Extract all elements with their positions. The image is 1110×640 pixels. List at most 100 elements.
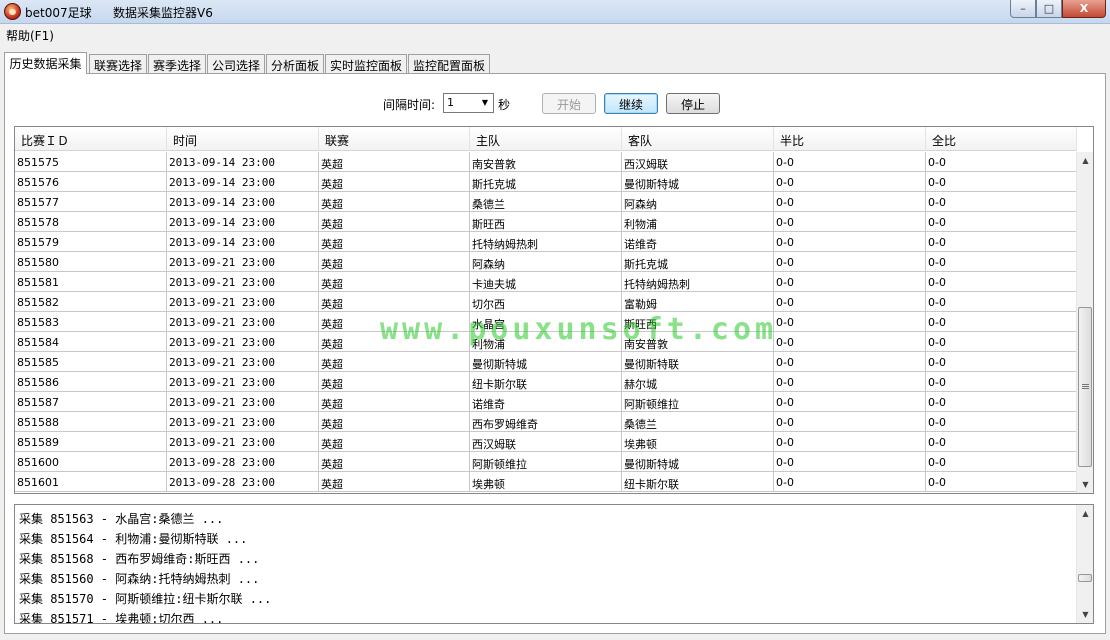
cell-league: 英超	[319, 272, 470, 292]
table-row[interactable]: 851580 2013-09-21 23:00 英超 阿森纳 斯托克城 0-0 0-0	[15, 252, 1077, 272]
cell-league: 英超	[319, 452, 470, 472]
cell-full-time: 0-0	[926, 232, 1077, 252]
log-lines: 采集 851563 - 水晶宫:桑德兰 ... 采集 851564 - 利物浦:曼…	[19, 507, 271, 623]
cell-half-time: 0-0	[774, 392, 926, 412]
cell-full-time: 0-0	[926, 372, 1077, 392]
table-scroll-thumb[interactable]	[1078, 307, 1092, 467]
cell-time: 2013-09-21 23:00	[167, 432, 319, 452]
interval-dropdown[interactable]: 1 ▼	[443, 93, 494, 113]
cell-match-id: 851584	[15, 332, 167, 352]
cell-home-team: 斯旺西	[470, 212, 622, 232]
cell-half-time: 0-0	[774, 252, 926, 272]
table-vertical-scrollbar[interactable]: ▲ ▼	[1076, 152, 1093, 493]
cell-match-id: 851582	[15, 292, 167, 312]
table-row[interactable]: 851584 2013-09-21 23:00 英超 利物浦 南安普敦 0-0 0-0	[15, 332, 1077, 352]
column-header-league[interactable]: 联赛	[319, 127, 470, 151]
cell-league: 英超	[319, 392, 470, 412]
cell-away-team: 西汉姆联	[622, 152, 774, 172]
cell-time: 2013-09-21 23:00	[167, 412, 319, 432]
cell-half-time: 0-0	[774, 172, 926, 192]
log-scroll-thumb[interactable]	[1078, 574, 1092, 583]
column-header-full-time[interactable]: 全比	[926, 127, 1077, 151]
tab-analysis-panel[interactable]: 分析面板	[266, 54, 324, 73]
column-header-home-team[interactable]: 主队	[470, 127, 622, 151]
scroll-up-arrow-icon[interactable]: ▲	[1077, 152, 1093, 169]
cell-full-time: 0-0	[926, 292, 1077, 312]
cell-half-time: 0-0	[774, 452, 926, 472]
table-row[interactable]: 851578 2013-09-14 23:00 英超 斯旺西 利物浦 0-0 0-0	[15, 212, 1077, 232]
tab-company-select[interactable]: 公司选择	[207, 54, 265, 73]
cell-time: 2013-09-21 23:00	[167, 312, 319, 332]
cell-match-id: 851586	[15, 372, 167, 392]
cell-full-time: 0-0	[926, 392, 1077, 412]
table-row[interactable]: 851581 2013-09-21 23:00 英超 卡迪夫城 托特纳姆热刺 0-0 0-0	[15, 272, 1077, 292]
tab-season-select[interactable]: 赛季选择	[148, 54, 206, 73]
close-button[interactable]: X	[1062, 0, 1106, 18]
cell-time: 2013-09-14 23:00	[167, 172, 319, 192]
cell-half-time: 0-0	[774, 152, 926, 172]
cell-half-time: 0-0	[774, 352, 926, 372]
table-row[interactable]: 851600 2013-09-28 23:00 英超 阿斯顿维拉 曼彻斯特城 0-0 0-0	[15, 452, 1077, 472]
scroll-down-arrow-icon[interactable]: ▼	[1077, 476, 1093, 493]
continue-button[interactable]: 继续	[604, 93, 658, 114]
cell-full-time: 0-0	[926, 432, 1077, 452]
cell-half-time: 0-0	[774, 292, 926, 312]
dropdown-arrow-icon[interactable]: ▼	[477, 94, 493, 112]
cell-home-team: 埃弗顿	[470, 472, 622, 492]
log-vertical-scrollbar[interactable]: ▲ ▼	[1076, 505, 1093, 623]
table-row[interactable]: 851601 2013-09-28 23:00 英超 埃弗顿 纽卡斯尔联 0-0 0-0	[15, 472, 1077, 492]
log-scroll-down-arrow-icon[interactable]: ▼	[1077, 606, 1093, 623]
start-button[interactable]: 开始	[542, 93, 596, 114]
tab-history-collection[interactable]: 历史数据采集	[4, 52, 87, 74]
cell-away-team: 曼彻斯特城	[622, 172, 774, 192]
cell-away-team: 赫尔城	[622, 372, 774, 392]
maximize-button[interactable]: □	[1036, 0, 1062, 18]
scroll-grip-icon	[1082, 384, 1089, 390]
cell-time: 2013-09-14 23:00	[167, 192, 319, 212]
cell-away-team: 托特纳姆热刺	[622, 272, 774, 292]
table-row[interactable]: 851583 2013-09-21 23:00 英超 水晶宫 斯旺西 0-0 0-0	[15, 312, 1077, 332]
table-row[interactable]: 851579 2013-09-14 23:00 英超 托特纳姆热刺 诺维奇 0-0 0-0	[15, 232, 1077, 252]
table-row[interactable]: 851587 2013-09-21 23:00 英超 诺维奇 阿斯顿维拉 0-0 0-0	[15, 392, 1077, 412]
table-row[interactable]: 851588 2013-09-21 23:00 英超 西布罗姆维奇 桑德兰 0-0 0-0	[15, 412, 1077, 432]
cell-full-time: 0-0	[926, 452, 1077, 472]
stop-button[interactable]: 停止	[666, 93, 720, 114]
column-header-time[interactable]: 时间	[167, 127, 319, 151]
table-row[interactable]: 851589 2013-09-21 23:00 英超 西汉姆联 埃弗顿 0-0 0-0	[15, 432, 1077, 452]
cell-time: 2013-09-14 23:00	[167, 152, 319, 172]
table-row[interactable]: 851585 2013-09-21 23:00 英超 曼彻斯特城 曼彻斯特联 0-0 0-0	[15, 352, 1077, 372]
cell-league: 英超	[319, 412, 470, 432]
tab-realtime-monitor[interactable]: 实时监控面板	[325, 54, 407, 73]
cell-full-time: 0-0	[926, 412, 1077, 432]
column-header-half-time[interactable]: 半比	[774, 127, 926, 151]
cell-time: 2013-09-21 23:00	[167, 252, 319, 272]
collection-log[interactable]: 采集 851563 - 水晶宫:桑德兰 ... 采集 851564 - 利物浦:曼…	[14, 504, 1094, 624]
log-line: 采集 851568 - 西布罗姆维奇:斯旺西 ...	[19, 552, 260, 566]
cell-away-team: 曼彻斯特城	[622, 452, 774, 472]
cell-home-team: 纽卡斯尔联	[470, 372, 622, 392]
table-row[interactable]: 851582 2013-09-21 23:00 英超 切尔西 富勒姆 0-0 0-0	[15, 292, 1077, 312]
tab-league-select[interactable]: 联赛选择	[89, 54, 147, 73]
cell-half-time: 0-0	[774, 192, 926, 212]
menu-help[interactable]: 帮助(F1)	[6, 27, 54, 44]
tab-monitor-config[interactable]: 监控配置面板	[408, 54, 490, 73]
cell-half-time: 0-0	[774, 432, 926, 452]
cell-full-time: 0-0	[926, 152, 1077, 172]
table-row[interactable]: 851577 2013-09-14 23:00 英超 桑德兰 阿森纳 0-0 0-0	[15, 192, 1077, 212]
cell-match-id: 851576	[15, 172, 167, 192]
cell-home-team: 西布罗姆维奇	[470, 412, 622, 432]
table-row[interactable]: 851575 2013-09-14 23:00 英超 南安普敦 西汉姆联 0-0 0-0	[15, 152, 1077, 172]
cell-match-id: 851589	[15, 432, 167, 452]
cell-away-team: 富勒姆	[622, 292, 774, 312]
column-header-away-team[interactable]: 客队	[622, 127, 774, 151]
cell-time: 2013-09-21 23:00	[167, 292, 319, 312]
match-table[interactable]: 比赛ＩＤ 时间 联赛 主队 客队 半比 全比 851575 2013-09-14 …	[14, 126, 1094, 494]
cell-home-team: 水晶宫	[470, 312, 622, 332]
column-header-match-id[interactable]: 比赛ＩＤ	[15, 127, 167, 151]
cell-full-time: 0-0	[926, 352, 1077, 372]
cell-home-team: 卡迪夫城	[470, 272, 622, 292]
table-row[interactable]: 851576 2013-09-14 23:00 英超 斯托克城 曼彻斯特城 0-0 0-0	[15, 172, 1077, 192]
table-row[interactable]: 851586 2013-09-21 23:00 英超 纽卡斯尔联 赫尔城 0-0 0-0	[15, 372, 1077, 392]
minimize-button[interactable]: –	[1010, 0, 1036, 18]
log-scroll-up-arrow-icon[interactable]: ▲	[1077, 505, 1093, 522]
